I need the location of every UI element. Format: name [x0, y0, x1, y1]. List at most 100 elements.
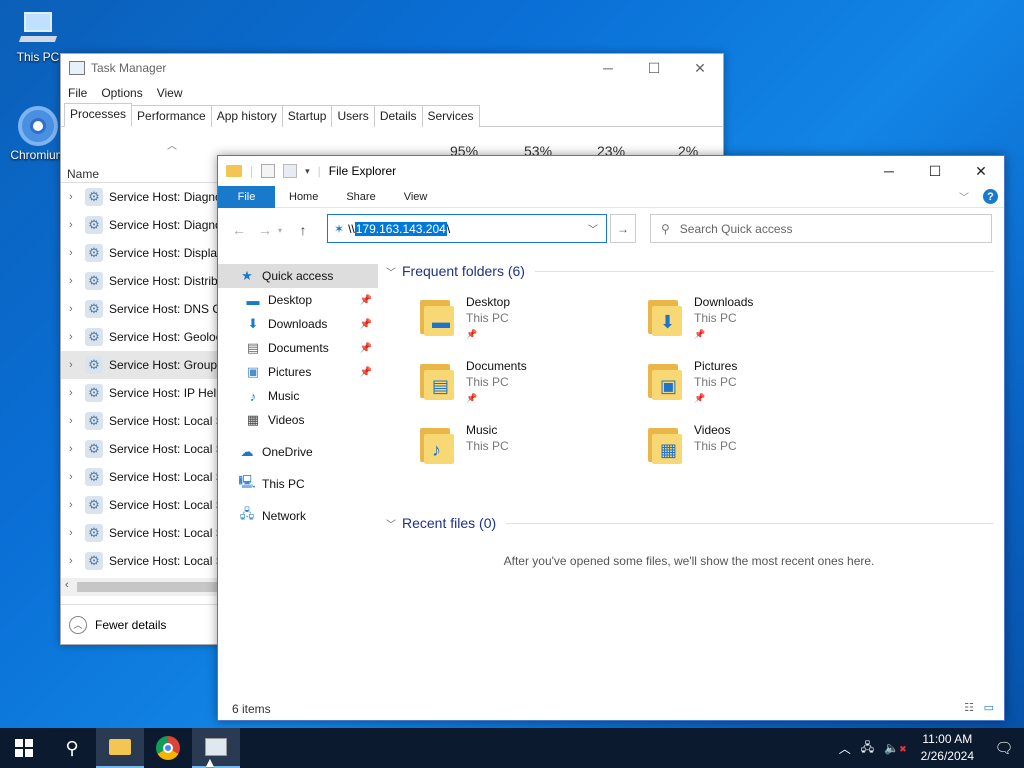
folder-tile-music[interactable]: ♪ Music This PC: [418, 422, 638, 478]
nav-desktop[interactable]: ▬ Desktop 📌: [218, 288, 378, 312]
start-button[interactable]: [0, 728, 48, 768]
expand-chevron-icon[interactable]: ›: [69, 387, 85, 399]
new-folder-icon[interactable]: [283, 164, 298, 178]
notification-icon[interactable]: 🗨: [984, 739, 1024, 757]
expand-ribbon-icon[interactable]: ﹀: [959, 189, 969, 204]
go-button[interactable]: →: [610, 214, 636, 243]
tab-users[interactable]: Users: [331, 105, 375, 127]
chromium-icon: [18, 106, 58, 146]
expand-chevron-icon[interactable]: ›: [69, 275, 85, 287]
title-bar[interactable]: | ▾ | File Explorer ─ ☐ ✕: [218, 156, 1004, 186]
expand-chevron-icon[interactable]: ›: [69, 331, 85, 343]
section-title: Recent files (0): [402, 515, 497, 531]
folder-tile-downloads[interactable]: ⬇ Downloads This PC 📌: [646, 294, 866, 350]
address-dropdown-icon[interactable]: ﹀: [588, 221, 598, 236]
tab-performance[interactable]: Performance: [131, 105, 212, 127]
tab-services[interactable]: Services: [421, 105, 480, 127]
menu-view[interactable]: View: [157, 86, 183, 100]
search-box[interactable]: ⚲ Search Quick access: [650, 214, 992, 243]
folder-tile-desktop[interactable]: ▬ Desktop This PC 📌: [418, 294, 638, 350]
recent-locations-icon[interactable]: ▾: [278, 226, 290, 235]
ribbon-tab-view[interactable]: View: [390, 186, 442, 208]
expand-chevron-icon[interactable]: ›: [69, 443, 85, 455]
clock[interactable]: 11:00 AM 2/26/2024: [911, 731, 984, 765]
tab-processes[interactable]: Processes: [64, 103, 133, 127]
expand-chevron-icon[interactable]: ›: [69, 359, 85, 371]
folder-name: Videos: [694, 423, 731, 437]
nav-network[interactable]: 🖧 Network: [218, 504, 378, 528]
frequent-folders-header[interactable]: ﹀ Frequent folders (6): [384, 260, 994, 282]
ribbon-tab-home[interactable]: Home: [275, 186, 332, 208]
menu-options[interactable]: Options: [101, 86, 142, 100]
desktop-folder-icon: ▬: [418, 294, 458, 338]
horizontal-scrollbar[interactable]: ‹: [61, 578, 221, 596]
search-button[interactable]: ⚲: [48, 728, 96, 768]
details-view-icon[interactable]: ☷: [964, 701, 974, 714]
nav-videos[interactable]: ▦ Videos: [218, 408, 378, 432]
folder-name: Downloads: [694, 295, 754, 309]
customize-toolbar-icon[interactable]: ▾: [305, 166, 310, 177]
expand-chevron-icon[interactable]: ›: [69, 527, 85, 539]
network-status-icon[interactable]: 🖧: [861, 738, 874, 759]
expand-chevron-icon[interactable]: ›: [69, 219, 85, 231]
folder-tile-videos[interactable]: ▦ Videos This PC: [646, 422, 866, 478]
collapse-chevron-icon: ﹀: [386, 519, 396, 531]
nav-quick-access[interactable]: ★ Quick access: [218, 264, 378, 288]
minimize-button[interactable]: ─: [585, 54, 631, 82]
nav-this-pc[interactable]: 🖳 This PC: [218, 472, 378, 496]
desktop-icon-this-pc[interactable]: This PC: [8, 8, 68, 64]
expand-chevron-icon[interactable]: ›: [69, 303, 85, 315]
forward-button[interactable]: →: [252, 222, 278, 238]
nav-documents[interactable]: ▤ Documents 📌: [218, 336, 378, 360]
menu-file[interactable]: File: [68, 86, 87, 100]
help-icon[interactable]: ?: [983, 189, 998, 204]
folder-location: This PC: [694, 439, 737, 453]
up-button[interactable]: ↑: [290, 222, 316, 238]
desktop-icon-chromium[interactable]: Chromium: [8, 106, 68, 162]
fewer-details-link[interactable]: Fewer details: [95, 618, 166, 632]
sort-up-icon[interactable]: ︿: [167, 137, 177, 152]
minimize-button[interactable]: ─: [866, 156, 912, 186]
tab-startup[interactable]: Startup: [281, 105, 333, 127]
clock-date: 2/26/2024: [920, 749, 974, 763]
nav-label: Documents: [268, 341, 329, 355]
recent-files-header[interactable]: ﹀ Recent files (0): [384, 512, 994, 534]
title-bar[interactable]: Task Manager ─ ☐ ✕: [61, 54, 723, 82]
tab-details[interactable]: Details: [373, 105, 423, 127]
maximize-button[interactable]: ☐: [912, 156, 958, 186]
taskbar-file-explorer[interactable]: [96, 728, 144, 768]
back-button[interactable]: ←: [226, 222, 252, 238]
process-name: Service Host: Local S: [109, 554, 224, 568]
ribbon-tab-share[interactable]: Share: [332, 186, 389, 208]
tab-bar: Processes Performance App history Startu…: [61, 103, 723, 127]
scroll-left-icon[interactable]: ‹: [65, 579, 69, 591]
nav-label: This PC: [262, 477, 305, 491]
large-icons-view-icon[interactable]: ▭: [984, 701, 994, 714]
nav-downloads[interactable]: ⬇ Downloads 📌: [218, 312, 378, 336]
nav-onedrive[interactable]: ☁ OneDrive: [218, 440, 378, 464]
address-bar[interactable]: ✶ \\ 179.163.143.204 \ ﹀: [327, 214, 607, 243]
expand-chevron-icon[interactable]: ›: [69, 247, 85, 259]
maximize-button[interactable]: ☐: [631, 54, 677, 82]
collapse-icon[interactable]: ︿: [69, 615, 87, 634]
scrollbar-thumb[interactable]: [77, 582, 217, 592]
service-gear-icon: ⚙: [85, 384, 103, 402]
volume-muted-icon[interactable]: 🔈✖: [884, 741, 907, 755]
expand-chevron-icon[interactable]: ›: [69, 499, 85, 511]
close-button[interactable]: ✕: [677, 54, 723, 82]
show-hidden-icons-icon[interactable]: ︿: [839, 740, 851, 757]
column-name[interactable]: Name: [67, 167, 99, 181]
expand-chevron-icon[interactable]: ›: [69, 191, 85, 203]
close-button[interactable]: ✕: [958, 156, 1004, 186]
tab-app-history[interactable]: App history: [210, 105, 283, 127]
nav-pictures[interactable]: ▣ Pictures 📌: [218, 360, 378, 384]
ribbon-tab-file[interactable]: File: [218, 185, 275, 208]
folder-tile-documents[interactable]: ▤ Documents This PC 📌: [418, 358, 638, 414]
taskbar-chrome[interactable]: [144, 728, 192, 768]
expand-chevron-icon[interactable]: ›: [69, 555, 85, 567]
properties-icon[interactable]: [261, 164, 276, 178]
folder-tile-pictures[interactable]: ▣ Pictures This PC 📌: [646, 358, 866, 414]
expand-chevron-icon[interactable]: ›: [69, 471, 85, 483]
expand-chevron-icon[interactable]: ›: [69, 415, 85, 427]
nav-music[interactable]: ♪ Music: [218, 384, 378, 408]
